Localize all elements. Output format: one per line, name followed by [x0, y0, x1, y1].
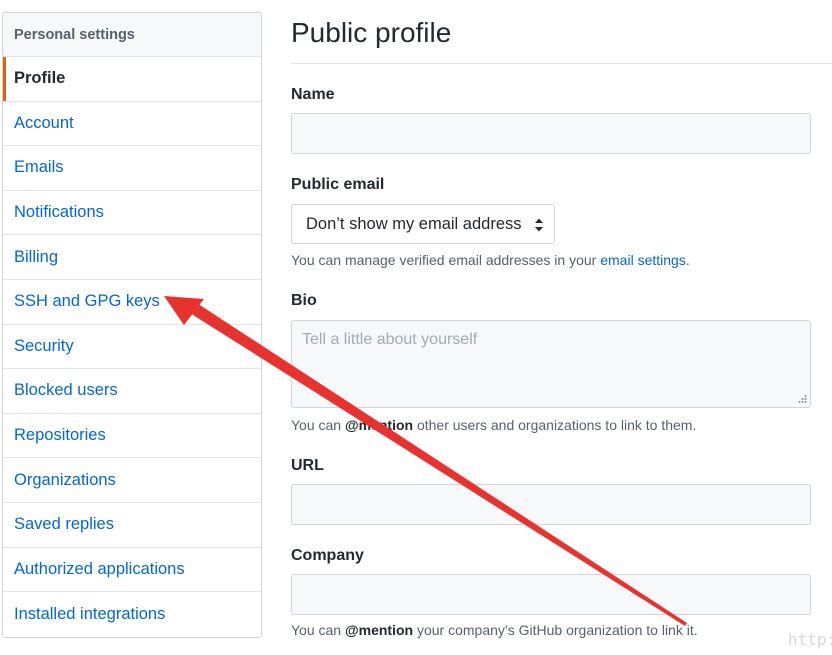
- sidebar-item-billing[interactable]: Billing: [3, 235, 261, 280]
- resize-grip-icon[interactable]: [797, 394, 807, 404]
- public-email-note: You can manage verified email addresses …: [291, 252, 690, 268]
- public-email-select[interactable]: Don’t show my email address: [291, 204, 555, 244]
- sidebar-item-notifications[interactable]: Notifications: [3, 191, 261, 236]
- sidebar-item-repositories[interactable]: Repositories: [3, 414, 261, 459]
- sidebar-item-blocked-users[interactable]: Blocked users: [3, 369, 261, 414]
- profile-form: Public profile Name Public email Don’t s…: [291, 0, 832, 655]
- url-label: URL: [291, 457, 324, 474]
- sidebar-item-account[interactable]: Account: [3, 102, 261, 147]
- name-label: Name: [291, 86, 335, 103]
- bio-note-end: other users and organizations to link to…: [413, 417, 697, 433]
- company-note: You can @mention your company’s GitHub o…: [291, 622, 698, 638]
- public-email-selected-value: Don’t show my email address: [306, 214, 522, 233]
- company-label: Company: [291, 547, 364, 564]
- bio-label: Bio: [291, 292, 317, 309]
- public-email-note-end: .: [685, 252, 690, 268]
- bio-placeholder: Tell a little about yourself: [302, 331, 478, 348]
- bio-textarea[interactable]: Tell a little about yourself: [291, 320, 811, 408]
- public-email-note-text: You can manage verified email addresses …: [291, 252, 601, 268]
- sidebar-item-organizations[interactable]: Organizations: [3, 458, 261, 503]
- company-note-text: You can: [291, 622, 345, 638]
- select-caret-icon: [535, 218, 543, 232]
- bio-note-mention: @mention: [344, 417, 414, 433]
- url-input[interactable]: [291, 484, 811, 525]
- bio-note: You can @mention other users and organiz…: [291, 417, 696, 433]
- bio-note-text: You can: [291, 417, 345, 433]
- watermark: http:: [788, 630, 832, 649]
- sidebar-item-security[interactable]: Security: [3, 325, 261, 370]
- sidebar-item-profile[interactable]: Profile: [3, 57, 261, 102]
- sidebar-header: Personal settings: [3, 13, 261, 57]
- settings-page: Personal settings Profile Account Emails…: [0, 0, 832, 655]
- page-title: Public profile: [291, 17, 452, 48]
- company-input[interactable]: [291, 574, 811, 615]
- company-note-mention: @mention: [344, 622, 414, 638]
- title-divider: [291, 63, 832, 64]
- email-settings-link[interactable]: email settings: [600, 252, 686, 268]
- sidebar-item-installed-integrations[interactable]: Installed integrations: [3, 592, 261, 637]
- sidebar-item-emails[interactable]: Emails: [3, 146, 261, 191]
- sidebar-item-authorized-applications[interactable]: Authorized applications: [3, 548, 261, 593]
- sidebar-item-saved-replies[interactable]: Saved replies: [3, 503, 261, 548]
- name-input[interactable]: [291, 113, 811, 154]
- public-email-label: Public email: [291, 176, 385, 193]
- sidebar-item-ssh-gpg-keys[interactable]: SSH and GPG keys: [3, 280, 261, 325]
- company-note-end: your company’s GitHub organization to li…: [413, 622, 698, 638]
- settings-sidebar: Personal settings Profile Account Emails…: [2, 12, 262, 638]
